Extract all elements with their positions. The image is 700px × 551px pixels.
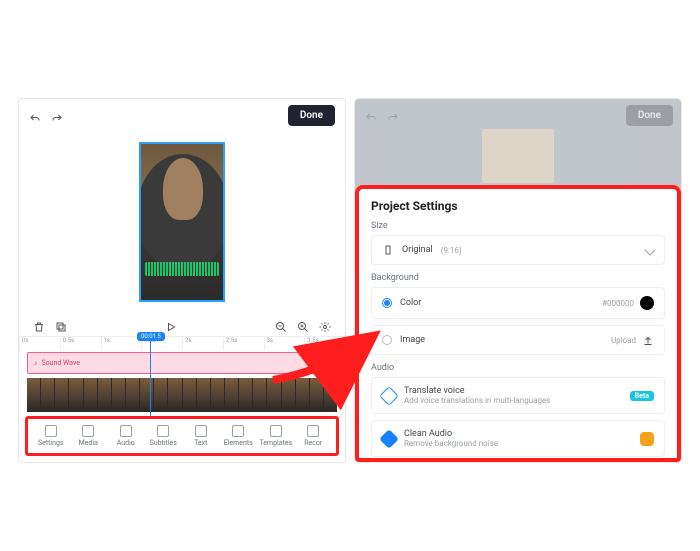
- text-icon: [195, 425, 207, 437]
- tick: 0.5s: [60, 337, 101, 350]
- tab-label: Audio: [117, 439, 135, 447]
- tick: 3s: [264, 337, 305, 350]
- bottom-toolbar: Settings Media Audio Subtitles Text Elem…: [25, 416, 339, 456]
- play-icon[interactable]: [165, 318, 177, 330]
- translate-sub: Add voice translations in multi-language…: [404, 396, 550, 405]
- timeline-ruler[interactable]: 0s 0.5s 1s 1.5s 2s 2.5s 3s 3.5s: [19, 336, 345, 350]
- size-detail: (9:16): [441, 246, 462, 255]
- wave-icon: ♪: [34, 359, 38, 367]
- clean-title: Clean Audio: [404, 429, 498, 439]
- tab-label: Settings: [38, 439, 64, 447]
- translate-icon: [379, 386, 399, 406]
- radio-color[interactable]: [382, 298, 392, 308]
- color-swatch[interactable]: [640, 296, 654, 310]
- clean-audio-row[interactable]: Clean Audio Remove background noise: [371, 420, 665, 457]
- bg-image-label: Image: [400, 335, 425, 345]
- settings-pane: Done Project Settings Size Original (9:1…: [354, 98, 682, 463]
- size-row[interactable]: Original (9:16): [371, 235, 665, 265]
- undo-icon: [365, 109, 377, 121]
- redo-icon: [387, 109, 399, 121]
- project-settings-sheet: Project Settings Size Original (9:16) Ba…: [355, 185, 681, 462]
- bg-color-row[interactable]: Color #000000: [371, 287, 665, 319]
- tab-templates[interactable]: Templates: [257, 425, 295, 447]
- redo-icon[interactable]: [51, 110, 63, 122]
- tab-audio[interactable]: Audio: [107, 425, 145, 447]
- trash-icon[interactable]: [33, 318, 45, 330]
- record-icon: [307, 425, 319, 437]
- tab-elements[interactable]: Elements: [220, 425, 258, 447]
- tab-label: Media: [79, 439, 98, 447]
- video-clip[interactable]: [139, 142, 225, 302]
- playhead-time: 00:01.5: [137, 332, 165, 341]
- dimmed-background: Done: [355, 99, 681, 191]
- sound-track[interactable]: ♪ Sound Wave: [27, 352, 337, 374]
- waveform-overlay: [145, 262, 219, 276]
- video-track[interactable]: [27, 378, 337, 412]
- tab-label: Subtitles: [150, 439, 177, 447]
- audio-label: Audio: [371, 363, 665, 373]
- aspect-icon: [382, 244, 394, 256]
- tab-label: Elements: [224, 439, 253, 447]
- preview-canvas[interactable]: [19, 132, 345, 312]
- size-option: Original: [402, 245, 433, 255]
- sheet-title: Project Settings: [371, 199, 665, 213]
- editor-pane: Done 0s 0.5s 1s: [18, 98, 346, 463]
- zoom-in-icon[interactable]: [297, 318, 309, 330]
- tab-text[interactable]: Text: [182, 425, 220, 447]
- done-button[interactable]: Done: [288, 105, 335, 126]
- tick: 2.5s: [223, 337, 264, 350]
- tab-subtitles[interactable]: Subtitles: [145, 425, 183, 447]
- size-label: Size: [371, 221, 665, 231]
- radio-image[interactable]: [382, 335, 392, 345]
- premium-icon: [640, 432, 654, 446]
- audio-icon: [120, 425, 132, 437]
- sound-track-label: Sound Wave: [42, 359, 80, 367]
- undo-icon[interactable]: [29, 110, 41, 122]
- subtitles-icon: [157, 425, 169, 437]
- bg-image-row[interactable]: Image Upload: [371, 325, 665, 355]
- upload-label: Upload: [611, 336, 636, 345]
- tab-settings[interactable]: Settings: [32, 425, 70, 447]
- tab-label: Templates: [259, 439, 292, 447]
- tick: 1s: [101, 337, 142, 350]
- tab-label: Recor: [304, 439, 322, 447]
- playhead[interactable]: 00:01.5: [137, 332, 165, 423]
- settings-icon: [45, 425, 57, 437]
- tab-label: Text: [194, 439, 207, 447]
- tick: 3.5s: [304, 337, 345, 350]
- video-thumb: [482, 129, 554, 183]
- elements-icon: [232, 425, 244, 437]
- tick: 0s: [19, 337, 60, 350]
- clean-icon: [379, 429, 399, 449]
- media-icon: [82, 425, 94, 437]
- translate-title: Translate voice: [404, 386, 550, 396]
- gear-icon[interactable]: [319, 318, 331, 330]
- copy-icon[interactable]: [55, 318, 67, 330]
- done-button-dim: Done: [626, 105, 673, 126]
- bg-color-label: Color: [400, 298, 421, 308]
- tab-media[interactable]: Media: [70, 425, 108, 447]
- chevron-down-icon: [644, 244, 655, 255]
- bg-label: Background: [371, 273, 665, 283]
- upload-icon: [642, 334, 654, 346]
- templates-icon: [270, 425, 282, 437]
- tick: 2s: [182, 337, 223, 350]
- color-value: #000000: [602, 299, 634, 308]
- undo-redo: [29, 110, 63, 122]
- beta-badge: Beta: [630, 391, 654, 401]
- translate-row[interactable]: Translate voice Add voice translations i…: [371, 377, 665, 414]
- tab-record[interactable]: Recor: [295, 425, 333, 447]
- zoom-out-icon[interactable]: [275, 318, 287, 330]
- clean-sub: Remove background noise: [404, 439, 498, 448]
